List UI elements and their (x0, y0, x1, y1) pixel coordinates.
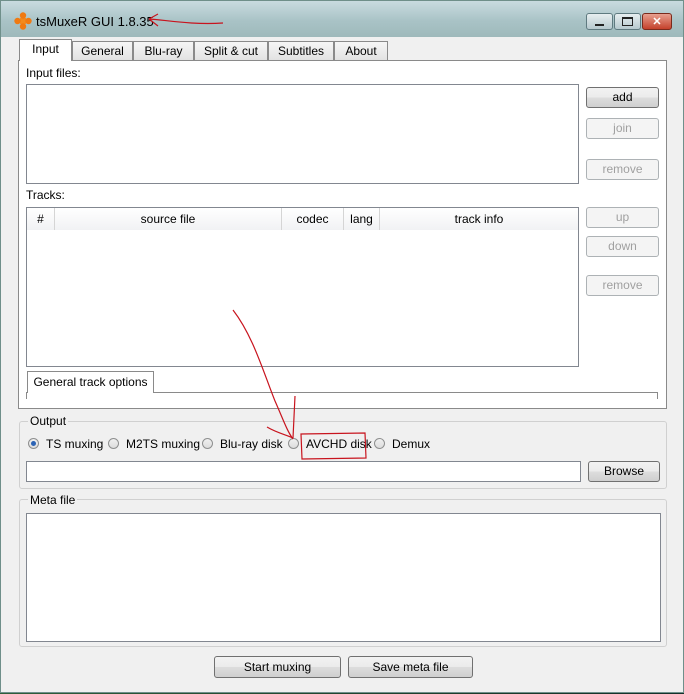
radio-label: Blu-ray disk (220, 437, 283, 451)
output-path-field[interactable] (26, 461, 581, 482)
track-down-button[interactable]: down (586, 236, 659, 257)
radio-indicator (374, 438, 385, 449)
radio-label: AVCHD disk (306, 437, 372, 451)
input-files-label: Input files: (26, 66, 81, 80)
column-header-lang[interactable]: lang (344, 208, 380, 230)
radio-indicator (288, 438, 299, 449)
track-options-panel (26, 392, 658, 399)
meta-file-label: Meta file (28, 493, 78, 507)
remove-file-button[interactable]: remove (586, 159, 659, 180)
tracks-table[interactable]: # source file codec lang track info (26, 207, 579, 367)
add-button[interactable]: add (586, 87, 659, 108)
input-files-list[interactable] (26, 84, 579, 184)
radio-indicator (202, 438, 213, 449)
radio-indicator (28, 438, 39, 449)
radio-label: TS muxing (46, 437, 104, 451)
column-header-codec[interactable]: codec (282, 208, 344, 230)
output-label: Output (28, 414, 69, 428)
close-button[interactable]: ✕ (642, 13, 672, 30)
join-button[interactable]: join (586, 118, 659, 139)
window-title: tsMuxeR GUI 1.8.35 (36, 14, 154, 29)
tab-split-cut[interactable]: Split & cut (194, 41, 268, 60)
minimize-button[interactable] (586, 13, 613, 30)
app-icon (14, 12, 32, 30)
minimize-icon (595, 23, 604, 26)
tab-blu-ray[interactable]: Blu-ray (133, 41, 194, 60)
radio-label: Demux (392, 437, 431, 451)
track-options-tab[interactable]: General track options (27, 371, 154, 393)
radio-indicator (108, 438, 119, 449)
tracks-label: Tracks: (26, 188, 65, 202)
track-remove-button[interactable]: remove (586, 275, 659, 296)
start-muxing-button[interactable]: Start muxing (214, 656, 341, 678)
tab-general[interactable]: General (72, 41, 133, 60)
column-header-number[interactable]: # (27, 208, 55, 230)
radio-label: M2TS muxing (126, 437, 201, 451)
close-icon: ✕ (652, 16, 662, 28)
maximize-icon (622, 17, 633, 26)
tab-about[interactable]: About (334, 41, 388, 60)
meta-file-textarea[interactable] (26, 513, 661, 642)
save-meta-file-button[interactable]: Save meta file (348, 656, 473, 678)
tab-subtitles[interactable]: Subtitles (268, 41, 334, 60)
title-bar[interactable]: tsMuxeR GUI 1.8.35 ✕ (1, 1, 683, 37)
maximize-button[interactable] (614, 13, 641, 30)
tab-input[interactable]: Input (19, 39, 72, 61)
browse-button[interactable]: Browse (588, 461, 660, 482)
column-header-source-file[interactable]: source file (55, 208, 282, 230)
column-header-track-info[interactable]: track info (380, 208, 578, 230)
tsmuxer-window: tsMuxeR GUI 1.8.35 ✕ Input General Blu-r… (0, 0, 684, 693)
track-up-button[interactable]: up (586, 207, 659, 228)
